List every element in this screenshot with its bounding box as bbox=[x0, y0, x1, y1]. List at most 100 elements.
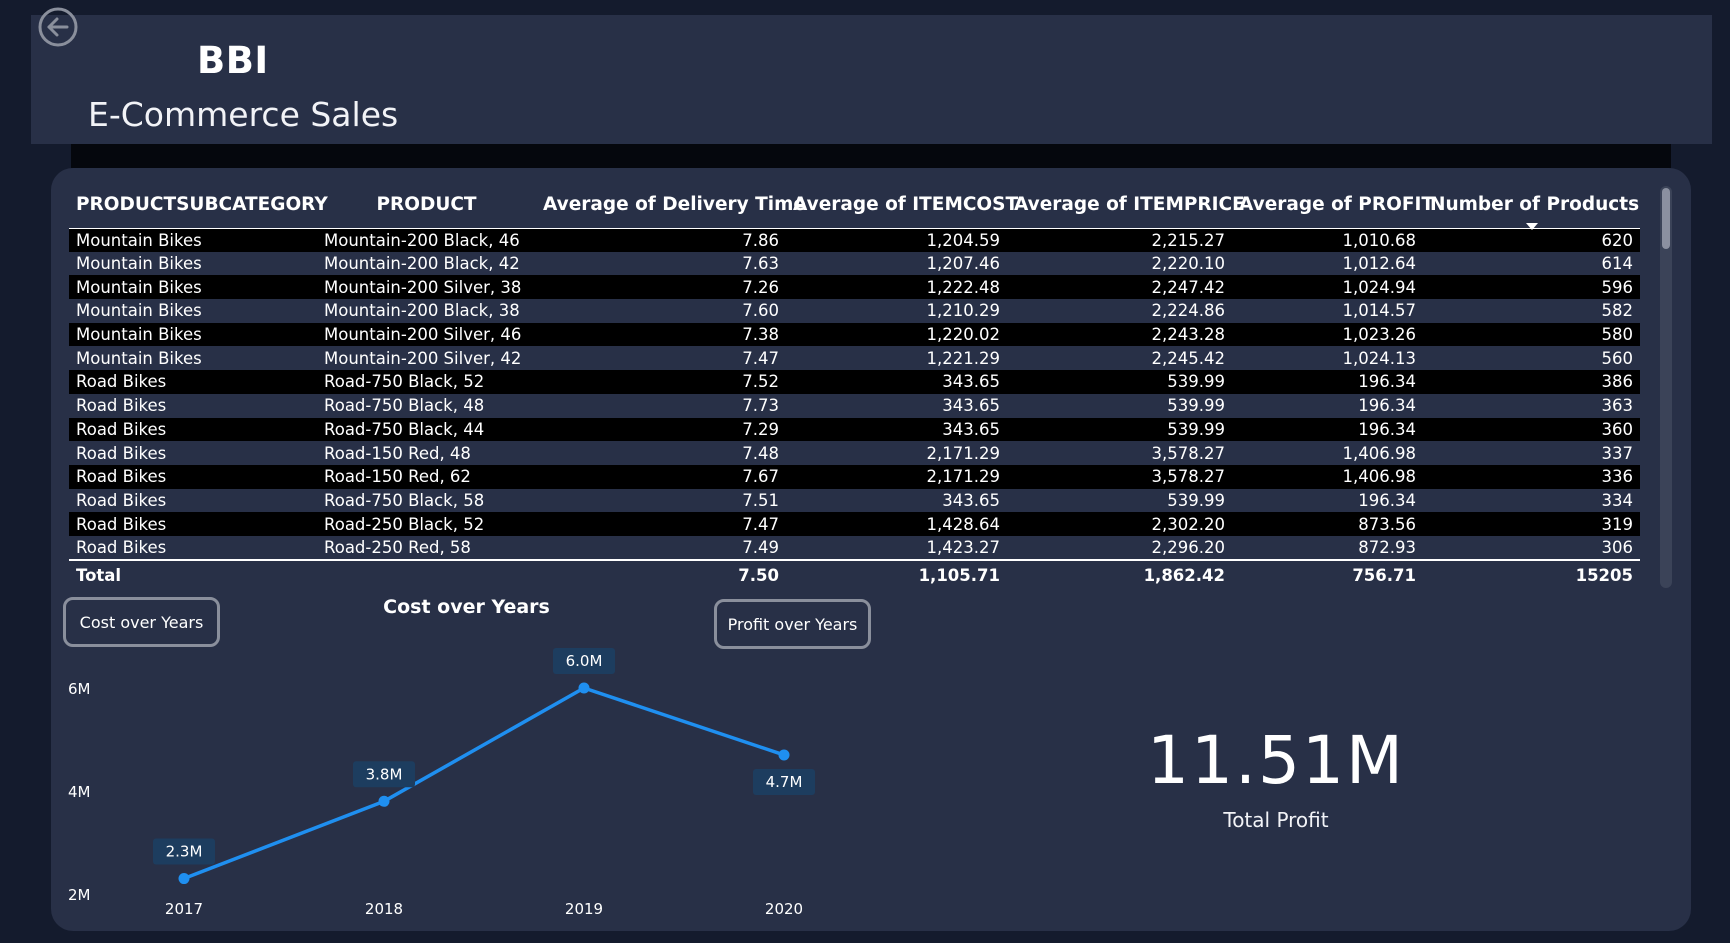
table-cell: 334 bbox=[1423, 488, 1640, 513]
table-row[interactable]: Road Bikes Road-750 Black, 52 7.52 343.65 53… bbox=[69, 370, 1640, 394]
table-cell: Mountain-200 Silver, 46 bbox=[317, 322, 536, 347]
table-row[interactable]: Mountain Bikes Mountain-200 Silver, 42 7.4… bbox=[69, 346, 1640, 371]
brand-title: BBI bbox=[197, 39, 269, 82]
table-cell: 7.38 bbox=[536, 322, 786, 347]
table-row[interactable]: Mountain Bikes Mountain-200 Silver, 46 7.3… bbox=[69, 322, 1640, 347]
table-cell: 620 bbox=[1423, 228, 1640, 252]
total-cell: 1,105.71 bbox=[786, 558, 1007, 590]
table-row[interactable]: Road Bikes Road-250 Black, 52 7.47 1,428.64… bbox=[69, 512, 1640, 536]
table-cell: Road Bikes bbox=[69, 488, 317, 513]
back-button[interactable] bbox=[37, 6, 79, 48]
table-cell: 196.34 bbox=[1232, 370, 1423, 394]
table-cell: 1,406.98 bbox=[1232, 464, 1423, 489]
table-cell: 343.65 bbox=[786, 488, 1007, 513]
table-cell: 3,578.27 bbox=[1007, 464, 1232, 489]
table-cell: 343.65 bbox=[786, 417, 1007, 442]
table-cell: Road Bikes bbox=[69, 512, 317, 536]
table-cell: Road Bikes bbox=[69, 535, 317, 560]
header-banner: BBI E-Commerce Sales bbox=[31, 15, 1712, 144]
x-tick-label: 2019 bbox=[565, 900, 603, 918]
table-cell: Road Bikes bbox=[69, 441, 317, 465]
table-scrollbar-thumb[interactable] bbox=[1662, 188, 1670, 249]
table-cell: 7.63 bbox=[536, 251, 786, 276]
total-cell: Total bbox=[69, 558, 317, 590]
table-row[interactable]: Road Bikes Road-750 Black, 58 7.51 343.65 53… bbox=[69, 488, 1640, 513]
table-cell: 539.99 bbox=[1007, 488, 1232, 513]
total-profit-value: 11.51M bbox=[1147, 722, 1405, 799]
table-cell: 596 bbox=[1423, 275, 1640, 300]
cost-line-chart: 2M 4M 6M 2017 2018 2019 2020 2.3M 3.8M 6.0M 4.7M bbox=[68, 648, 815, 918]
table-cell: 2,302.20 bbox=[1007, 512, 1232, 536]
table-cell: 2,215.27 bbox=[1007, 228, 1232, 252]
table-row[interactable]: Road Bikes Road-250 Red, 58 7.49 1,423.27 2,… bbox=[69, 535, 1640, 560]
table-cell: 2,296.20 bbox=[1007, 535, 1232, 560]
table-cell: 1,023.26 bbox=[1232, 322, 1423, 347]
table-cell: 2,245.42 bbox=[1007, 346, 1232, 371]
table-cell: 1,024.94 bbox=[1232, 275, 1423, 300]
table-cell: 560 bbox=[1423, 346, 1640, 371]
chart-title: Cost over Years bbox=[383, 596, 550, 618]
product-table[interactable]: PRODUCTSUBCATEGORY PRODUCT Average of Deli… bbox=[69, 181, 1640, 591]
table-row[interactable]: Mountain Bikes Mountain-200 Black, 46 7.86… bbox=[69, 228, 1640, 252]
table-cell: Road-750 Black, 48 bbox=[317, 393, 536, 418]
table-cell: 539.99 bbox=[1007, 370, 1232, 394]
table-cell: 2,243.28 bbox=[1007, 322, 1232, 347]
table-cell: 1,428.64 bbox=[786, 512, 1007, 536]
x-tick-label: 2018 bbox=[365, 900, 403, 918]
table-cell: Road-750 Black, 44 bbox=[317, 417, 536, 442]
table-cell: 7.67 bbox=[536, 464, 786, 489]
table-cell: 2,171.29 bbox=[786, 441, 1007, 465]
table-cell: 1,406.98 bbox=[1232, 441, 1423, 465]
data-label: 4.7M bbox=[766, 773, 803, 791]
table-row[interactable]: Road Bikes Road-750 Black, 44 7.29 343.65 53… bbox=[69, 417, 1640, 442]
column-header[interactable]: Average of ITEMCOST bbox=[786, 181, 1018, 229]
table-cell: Mountain-200 Black, 42 bbox=[317, 251, 536, 276]
table-cell: 7.29 bbox=[536, 417, 786, 442]
cost-series-line bbox=[182, 686, 786, 881]
table-cell: Mountain Bikes bbox=[69, 322, 317, 347]
table-cell: Mountain Bikes bbox=[69, 275, 317, 300]
data-point bbox=[378, 795, 390, 807]
table-row[interactable]: Road Bikes Road-750 Black, 48 7.73 343.65 53… bbox=[69, 393, 1640, 418]
table-cell: Mountain Bikes bbox=[69, 346, 317, 371]
report-page: BBI E-Commerce Sales PRODUCTSUBCATEGORY P… bbox=[0, 0, 1730, 943]
table-cell: 363 bbox=[1423, 393, 1640, 418]
product-table-grid: PRODUCTSUBCATEGORY PRODUCT Average of Deli… bbox=[69, 181, 1640, 590]
x-tick-label: 2020 bbox=[765, 900, 803, 918]
column-header[interactable]: PRODUCTSUBCATEGORY bbox=[69, 181, 328, 229]
table-row[interactable]: Mountain Bikes Mountain-200 Black, 42 7.63… bbox=[69, 251, 1640, 276]
table-cell: 7.47 bbox=[536, 346, 786, 371]
table-row[interactable]: Road Bikes Road-150 Red, 48 7.48 2,171.29 3,… bbox=[69, 441, 1640, 465]
table-row[interactable]: Mountain Bikes Mountain-200 Silver, 38 7.2… bbox=[69, 275, 1640, 300]
table-cell: Mountain-200 Black, 46 bbox=[317, 228, 536, 252]
y-tick-label: 4M bbox=[68, 783, 91, 801]
table-cell: Road-750 Black, 58 bbox=[317, 488, 536, 513]
table-cell: 872.93 bbox=[1232, 535, 1423, 560]
data-label: 6.0M bbox=[566, 652, 603, 670]
table-cell: 7.51 bbox=[536, 488, 786, 513]
table-row[interactable]: Mountain Bikes Mountain-200 Black, 38 7.60… bbox=[69, 299, 1640, 323]
table-cell: Road-150 Red, 62 bbox=[317, 464, 536, 489]
column-header[interactable]: Average of Delivery Time bbox=[536, 181, 806, 229]
table-cell: 196.34 bbox=[1232, 488, 1423, 513]
table-cell: 360 bbox=[1423, 417, 1640, 442]
column-header[interactable]: Average of PROFIT bbox=[1232, 181, 1434, 229]
table-cell: 7.60 bbox=[536, 299, 786, 323]
column-header[interactable]: PRODUCT bbox=[317, 181, 536, 229]
table-cell: Road-250 Red, 58 bbox=[317, 535, 536, 560]
data-point bbox=[778, 749, 790, 761]
table-cell: 196.34 bbox=[1232, 393, 1423, 418]
column-header[interactable]: Number of Products bbox=[1423, 181, 1640, 230]
table-row[interactable]: Road Bikes Road-150 Red, 62 7.67 2,171.29 3,… bbox=[69, 464, 1640, 489]
total-profit-label: Total Profit bbox=[1223, 808, 1329, 832]
table-total-row: Total 7.50 1,105.71 1,862.42 756.71 15205 bbox=[69, 558, 1640, 590]
table-header-row: PRODUCTSUBCATEGORY PRODUCT Average of Deli… bbox=[69, 181, 1640, 230]
table-cell: 2,220.10 bbox=[1007, 251, 1232, 276]
table-cell: 343.65 bbox=[786, 393, 1007, 418]
data-label: 2.3M bbox=[166, 843, 203, 861]
column-header[interactable]: Average of ITEMPRICE bbox=[1007, 181, 1245, 229]
table-cell: Road-750 Black, 52 bbox=[317, 370, 536, 394]
header-divider bbox=[71, 144, 1671, 168]
total-cell: 15205 bbox=[1423, 558, 1640, 590]
table-cell: 580 bbox=[1423, 322, 1640, 347]
